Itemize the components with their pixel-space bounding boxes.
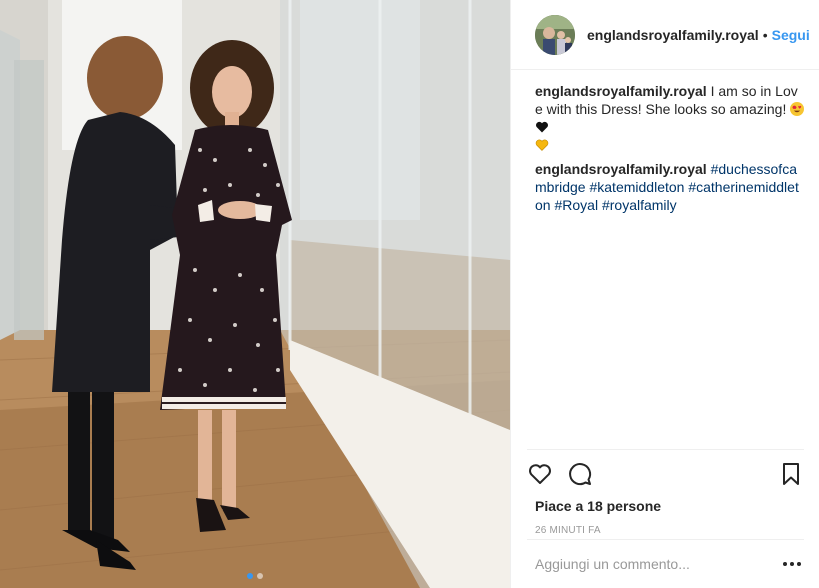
post-actions: Piace a 18 persone 26 MINUTI FA [527,449,804,536]
likes-count[interactable]: Piace a 18 persone [527,498,804,514]
caption-username[interactable]: englandsroyalfamily.royal [535,83,707,99]
post-image [0,0,510,588]
hashtag-link[interactable]: #royalfamily [602,197,677,213]
header-username[interactable]: englandsroyalfamily.royal [587,27,759,43]
comment-input[interactable] [527,556,767,572]
post-sidebar: englandsroyalfamily.royal • Segui englan… [510,0,819,588]
post-header: englandsroyalfamily.royal • Segui [511,0,819,70]
heart-icon [529,464,551,484]
hashtag-link[interactable]: #Royal [554,197,598,213]
add-comment-bar [527,539,804,588]
bookmark-icon [783,463,799,485]
post-photo[interactable] [0,0,510,588]
more-options-icon [783,562,801,566]
separator-dot: • [762,26,768,43]
carousel-indicator [0,573,510,579]
comment-username[interactable]: englandsroyalfamily.royal [535,161,707,177]
bookmark-button[interactable] [764,454,804,494]
comment-button[interactable] [567,454,607,494]
like-button[interactable] [527,454,567,494]
post-timestamp[interactable]: 26 MINUTI FA [527,525,804,536]
hashtag-link[interactable]: #katemiddleton [589,179,684,195]
caption-comment: englandsroyalfamily.royal I am so in Lov… [535,82,805,154]
carousel-dot[interactable] [257,573,263,579]
hashtag-comment: englandsroyalfamily.royal #duchessofcamb… [535,160,805,214]
follow-button[interactable]: Segui [772,27,810,43]
avatar-image [535,14,575,55]
yellow-heart-emoji [535,139,549,151]
comment-icon [569,463,592,486]
carousel-dot-active[interactable] [247,573,253,579]
avatar[interactable] [535,14,575,55]
comments-list: englandsroyalfamily.royal I am so in Lov… [535,82,805,220]
heart-eyes-emoji [790,102,805,116]
more-options-button[interactable] [780,552,804,576]
black-heart-emoji [536,121,548,133]
